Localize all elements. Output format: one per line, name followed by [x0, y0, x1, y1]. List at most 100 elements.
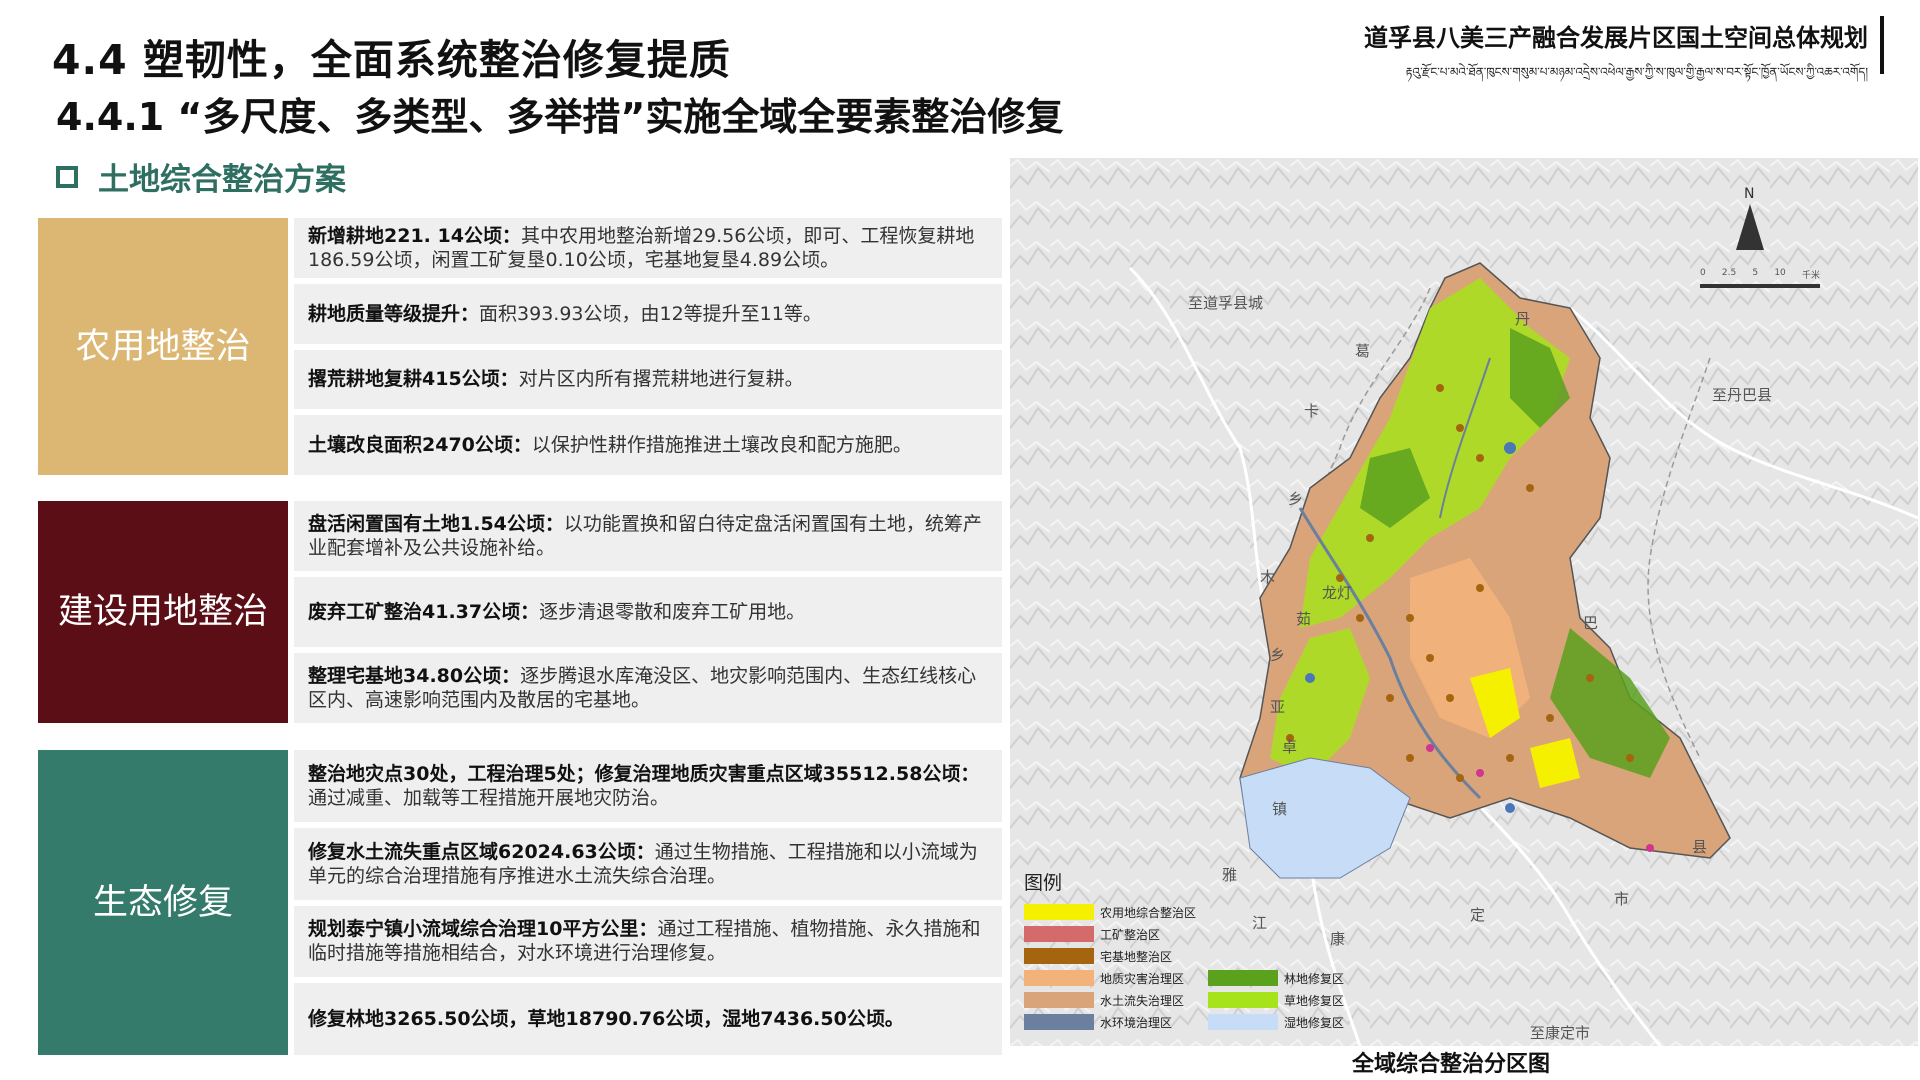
item-bold: 废弃工矿整治41.37公顷：: [308, 601, 540, 623]
list-item: 整理宅基地34.80公顷：逐步腾退水库淹没区、地灾影响范围内、生态红线核心区内、…: [294, 653, 1002, 723]
group-items-ecology: 整治地灾点30处，工程治理5处；修复治理地质灾害重点区域35512.58公顷：通…: [288, 750, 1002, 1055]
item-bold: 耕地质量等级提升：: [308, 302, 480, 325]
list-item: 撂荒耕地复耕415公顷：对片区内所有撂荒耕地进行复耕。: [294, 349, 1002, 410]
list-item: 修复林地3265.50公顷，草地18790.76公顷，湿地7436.50公顷。: [294, 983, 1002, 1055]
brand-tibetan-title: རྟའུ་རྫོང་པ་མའེ་ཐོན་ཁུངས་གསུམ་པ་མཉམ་འདྲེ…: [1405, 65, 1868, 79]
legend-swatch: [1208, 992, 1279, 1008]
legend-label: 宅基地整治区: [1100, 949, 1173, 964]
legend-swatch: [1024, 970, 1094, 986]
item-text: 以保护性耕作措施推进土壤改良和配方施肥。: [531, 434, 912, 457]
map-place-label: 市: [1614, 890, 1630, 908]
map-place-label: 龙灯: [1322, 584, 1353, 602]
page-title: 4.4 塑韧性，全面系统整治修复提质: [52, 36, 731, 84]
map-place-label: 乡: [1270, 646, 1286, 664]
map-place-label: 县: [1692, 838, 1708, 856]
legend-item: 农用地综合整治区: [1024, 903, 1196, 921]
item-bold: 整理宅基地34.80公顷：: [308, 665, 521, 687]
legend-label: 水土流失治理区: [1100, 993, 1185, 1008]
item-bold: 撂荒耕地复耕415公顷：: [308, 368, 519, 391]
list-item: 废弃工矿整治41.37公顷：逐步清退零散和废弃工矿用地。: [294, 577, 1002, 647]
legend-item: 工矿整治区: [1024, 925, 1196, 943]
legend-swatch: [1024, 926, 1094, 942]
group-label-ecology: 生态修复: [38, 750, 288, 1055]
list-item: 耕地质量等级提升：面积393.93公顷，由12等提升至11等。: [294, 283, 1002, 344]
legend-swatch: [1024, 904, 1094, 920]
map-place-label: 葛: [1355, 342, 1371, 360]
brand-title: 道孚县八美三产融合发展片区国土空间总体规划: [1364, 24, 1868, 52]
legend-column-2: 林地修复区 草地修复区 湿地修复区: [1208, 969, 1344, 1031]
item-text: 对片区内所有撂荒耕地进行复耕。: [518, 368, 804, 391]
scale-unit: 千米: [1801, 271, 1820, 281]
group-ecology: 生态修复 整治地灾点30处，工程治理5处；修复治理地质灾害重点区域35512.5…: [38, 750, 1002, 1055]
list-item: 规划泰宁镇小流域综合治理10平方公里：通过工程措施、植物措施、永久措施和临时措施…: [294, 905, 1002, 978]
map-place-label: 茹: [1296, 610, 1312, 628]
brand-block: 道孚县八美三产融合发展片区国土空间总体规划 རྟའུ་རྫོང་པ་མའེ་ཐོ…: [1308, 18, 1868, 93]
item-bold: 整治地灾点30处，工程治理5处；修复治理地质灾害重点区域35512.58公顷：: [308, 762, 980, 785]
group-label-construction: 建设用地整治: [38, 501, 288, 723]
legend-swatch: [1024, 992, 1094, 1008]
legend-item: 水土流失治理区: [1024, 991, 1196, 1009]
group-farmland: 农用地整治 新增耕地221. 14公顷：其中农用地整治新增29.56公顷，即可、…: [38, 218, 1002, 475]
legend-label: 工矿整治区: [1100, 927, 1161, 942]
list-item: 土壤改良面积2470公顷：以保护性耕作措施推进土壤改良和配方施肥。: [294, 415, 1002, 475]
legend-label: 湿地修复区: [1284, 1015, 1345, 1030]
group-items-construction: 盘活闲置国有土地1.54公顷：以功能置换和留白待定盘活闲置国有土地，统筹产业配套…: [288, 501, 1002, 723]
brand-divider: [1880, 16, 1884, 74]
item-bold: 新增耕地221. 14公顷：: [308, 224, 521, 247]
item-bold: 土壤改良面积2470公顷：: [308, 434, 532, 457]
north-arrow: N 0 2.5 5 10 千米: [1700, 186, 1820, 288]
item-bold: 规划泰宁镇小流域综合治理10平方公里：: [308, 918, 658, 941]
map-place-label: 巴: [1583, 614, 1599, 632]
legend-item: 草地修复区: [1208, 991, 1344, 1009]
group-items-farmland: 新增耕地221. 14公顷：其中农用地整治新增29.56公顷，即可、工程恢复耕地…: [288, 218, 1002, 475]
scale-label: 5: [1752, 268, 1759, 278]
map-place-label: 至康定市: [1530, 1024, 1591, 1042]
map-place-label: 定: [1470, 906, 1486, 924]
item-text: 面积393.93公顷，由12等提升至11等。: [479, 302, 822, 325]
list-item: 盘活闲置国有土地1.54公顷：以功能置换和留白待定盘活闲置国有土地，统筹产业配套…: [294, 501, 1002, 571]
map-place-label: 卡: [1304, 402, 1320, 420]
north-arrow-icon: [1736, 204, 1764, 250]
legend-item: 湿地修复区: [1208, 1013, 1344, 1031]
map-caption: 全域综合整治分区图: [1352, 1052, 1551, 1077]
legend-title: 图例: [1024, 872, 1063, 894]
north-label: N: [1744, 186, 1755, 202]
item-bold: 修复水土流失重点区域62024.63公顷：: [308, 840, 655, 863]
legend-item: 地质灾害治理区: [1024, 969, 1196, 987]
group-label-farmland: 农用地整治: [38, 218, 288, 475]
map-place-label: 至丹巴县: [1712, 386, 1773, 404]
page-subtitle: 4.4.1 “多尺度、多类型、多举措”实施全域全要素整治修复: [56, 95, 1064, 139]
legend-label: 地质灾害治理区: [1100, 971, 1185, 986]
list-item: 整治地灾点30处，工程治理5处；修复治理地质灾害重点区域35512.58公顷：通…: [294, 750, 1002, 822]
map-place-label: 卓: [1282, 738, 1298, 756]
list-item: 新增耕地221. 14公顷：其中农用地整治新增29.56公顷，即可、工程恢复耕地…: [294, 218, 1002, 278]
legend-columns: 农用地综合整治区 工矿整治区 宅基地整治区 地质灾害治理区 水土流失治理区 水环…: [1024, 903, 1384, 1031]
legend-label: 林地修复区: [1284, 971, 1345, 986]
map-legend: 图例 农用地综合整治区 工矿整治区 宅基地整治区 地质灾害治理区 水土流失治理区…: [1024, 868, 1384, 1031]
legend-swatch: [1024, 1014, 1094, 1030]
section-heading: 土地综合整治方案: [56, 154, 346, 199]
map-place-label: 木: [1260, 568, 1276, 586]
scale-label: 10: [1774, 268, 1786, 278]
legend-item: 水环境治理区: [1024, 1013, 1196, 1031]
legend-column-1: 农用地综合整治区 工矿整治区 宅基地整治区 地质灾害治理区 水土流失治理区 水环…: [1024, 903, 1196, 1031]
legend-swatch: [1024, 948, 1094, 964]
legend-label: 草地修复区: [1284, 993, 1345, 1008]
section-label: 土地综合整治方案: [98, 162, 346, 198]
legend-item: 宅基地整治区: [1024, 947, 1196, 965]
zoning-map: N 0 2.5 5 10 千米 至道孚县城 至丹巴县 至康定市 丹 葛 卡 乡 …: [1010, 158, 1918, 1046]
legend-swatch: [1208, 1014, 1279, 1030]
legend-label: 农用地综合整治区: [1100, 905, 1197, 920]
item-bold: 盘活闲置国有土地1.54公顷：: [308, 513, 564, 535]
item-bold: 修复林地3265.50公顷，草地18790.76公顷，湿地7436.50公顷。: [308, 1008, 904, 1031]
legend-item: 林地修复区: [1208, 969, 1344, 987]
map-place-label: 至道孚县城: [1188, 294, 1264, 312]
item-text: 逐步清退零散和废弃工矿用地。: [539, 601, 806, 623]
legend-label: 水环境治理区: [1100, 1015, 1173, 1030]
scale-bar-labels: 0 2.5 5 10 千米: [1700, 268, 1820, 281]
map-place-label: 镇: [1272, 800, 1288, 818]
map-place-label: 亚: [1270, 698, 1286, 716]
group-construction: 建设用地整治 盘活闲置国有土地1.54公顷：以功能置换和留白待定盘活闲置国有土地…: [38, 501, 1002, 723]
list-item: 修复水土流失重点区域62024.63公顷：通过生物措施、工程措施和以小流域为单元…: [294, 827, 1002, 900]
square-bullet-icon: [56, 165, 78, 188]
